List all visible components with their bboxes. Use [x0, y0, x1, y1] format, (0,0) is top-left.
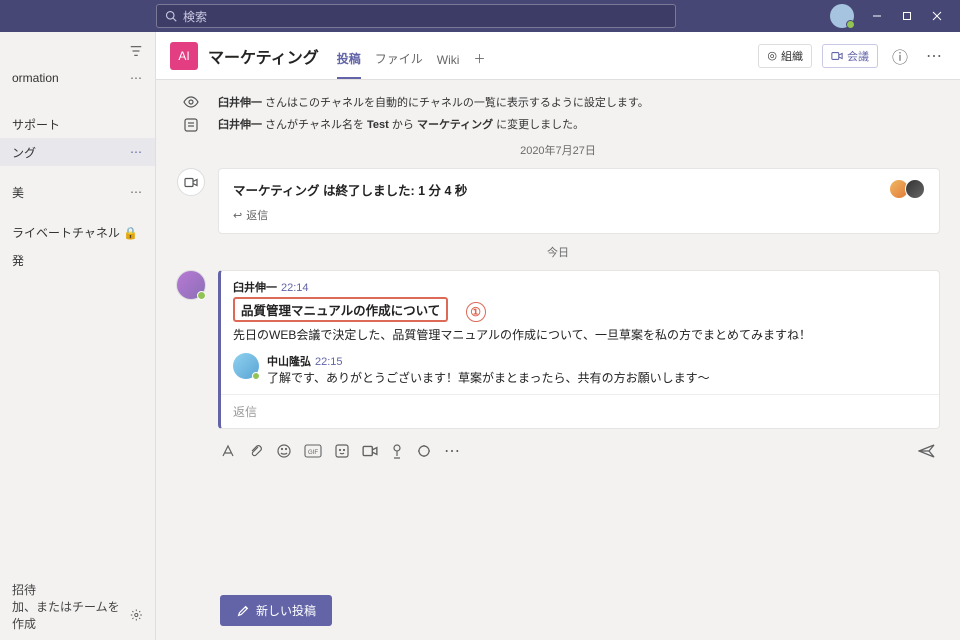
reply-link[interactable]: ↩ 返信	[233, 207, 268, 223]
sidebar: ormation⋯ サポート ング⋯ 美⋯ ライベートチャネル 🔒 発 招待 加…	[0, 32, 156, 640]
sidebar-item-label: ormation	[12, 71, 59, 85]
info-icon[interactable]: ⓘ	[888, 44, 912, 68]
reply-body: 了解です、ありがとうございます！草案がまとまったら、共有の方お願いします〜	[267, 369, 710, 386]
tab-wiki[interactable]: Wiki	[437, 53, 460, 79]
meeting-icon	[177, 168, 205, 196]
post-subject: 品質管理マニュアルの作成について	[233, 297, 448, 322]
praise-icon[interactable]	[416, 443, 432, 459]
sidebar-item[interactable]: ormation ⋯	[0, 64, 155, 92]
channel-header: AI マーケティング 投稿 ファイル Wiki ＋ ◎組織 会議 ⓘ ⋯	[156, 32, 960, 80]
current-user-avatar[interactable]	[830, 4, 854, 28]
sidebar-item-label: サポート	[12, 116, 60, 133]
item-more-icon[interactable]: ⋯	[130, 71, 143, 85]
reply-avatar[interactable]	[233, 353, 259, 379]
reply-meta: 中山隆弘22:15	[267, 353, 710, 369]
more-icon[interactable]: ⋯	[922, 46, 946, 66]
emoji-icon[interactable]	[276, 443, 292, 459]
author-avatar[interactable]	[176, 270, 206, 300]
compose-toolbar: GIF ⋯	[176, 435, 940, 461]
minimize-button[interactable]	[862, 0, 892, 32]
sidebar-item-label: 美	[12, 184, 24, 201]
tab-posts[interactable]: 投稿	[337, 50, 361, 79]
tab-add[interactable]: ＋	[473, 50, 485, 79]
compose-icon	[236, 604, 250, 618]
create-team-label: 加、またはチームを作成	[12, 598, 130, 632]
sidebar-item[interactable]: サポート	[0, 110, 155, 138]
sidebar-item[interactable]: 美⋯	[0, 178, 155, 206]
sticker-icon[interactable]	[334, 443, 350, 459]
org-button[interactable]: ◎組織	[758, 44, 812, 68]
channel-title: マーケティング	[208, 44, 319, 68]
gif-icon[interactable]: GIF	[304, 444, 322, 458]
system-message: 臼井伸一 さんはこのチャネルを自動的にチャネルの一覧に表示するように設定します。	[218, 94, 649, 110]
item-more-icon[interactable]: ⋯	[130, 145, 143, 159]
sidebar-item-label: 発	[12, 252, 24, 269]
annotation-marker-1: ①	[466, 302, 486, 322]
reply-input[interactable]: 返信	[221, 394, 939, 428]
svg-text:GIF: GIF	[308, 450, 318, 456]
eye-icon	[183, 96, 199, 108]
team-tile: AI	[170, 42, 198, 70]
tab-files[interactable]: ファイル	[375, 50, 423, 79]
close-button[interactable]	[922, 0, 952, 32]
meet-button[interactable]: 会議	[822, 44, 878, 68]
sidebar-item[interactable]: ング ⋯	[0, 138, 155, 166]
system-message: 臼井伸一 さんがチャネル名を Test から マーケティング に変更しました。	[218, 116, 584, 132]
meetnow-icon[interactable]	[362, 445, 378, 457]
sidebar-item-label: ング	[12, 144, 36, 161]
attendee-avatars	[889, 179, 925, 199]
invite-label: 招待	[12, 581, 36, 598]
date-divider: 今日	[176, 244, 940, 260]
sidebar-item[interactable]: 発	[0, 246, 155, 274]
channel-icon	[184, 118, 198, 132]
more-apps-icon[interactable]: ⋯	[444, 441, 460, 461]
gear-icon[interactable]	[130, 608, 143, 622]
video-icon	[831, 51, 843, 61]
search-placeholder: 検索	[183, 8, 207, 25]
conversation-card: 臼井伸一22:14 品質管理マニュアルの作成について ① 先日のWEB会議で決定…	[218, 270, 940, 429]
post-body: 先日のWEB会議で決定した、品質管理マニュアルの作成について、一旦草案を私の方で…	[233, 326, 927, 343]
stream-icon[interactable]	[390, 443, 404, 459]
format-icon[interactable]	[220, 443, 236, 459]
send-icon[interactable]	[918, 443, 936, 459]
meeting-ended-card[interactable]: マーケティング は終了しました: 1 分 4 秒 ↩ 返信	[218, 168, 940, 234]
search-icon	[165, 10, 177, 22]
date-divider: 2020年7月27日	[176, 142, 940, 158]
sidebar-item[interactable]: ライベートチャネル 🔒	[0, 218, 155, 246]
create-team-link[interactable]: 加、またはチームを作成	[12, 602, 143, 628]
maximize-button[interactable]	[892, 0, 922, 32]
item-more-icon[interactable]: ⋯	[130, 185, 143, 199]
search-input[interactable]: 検索	[156, 4, 676, 28]
eye-icon: ◎	[767, 49, 777, 62]
new-post-button[interactable]: 新しい投稿	[220, 595, 332, 626]
meeting-ended-text: マーケティング は終了しました: 1 分 4 秒	[233, 180, 467, 199]
post-meta: 臼井伸一22:14	[233, 279, 927, 295]
sidebar-item-label: ライベートチャネル 🔒	[12, 224, 138, 241]
attach-icon[interactable]	[248, 443, 264, 459]
filter-icon[interactable]	[129, 44, 143, 58]
